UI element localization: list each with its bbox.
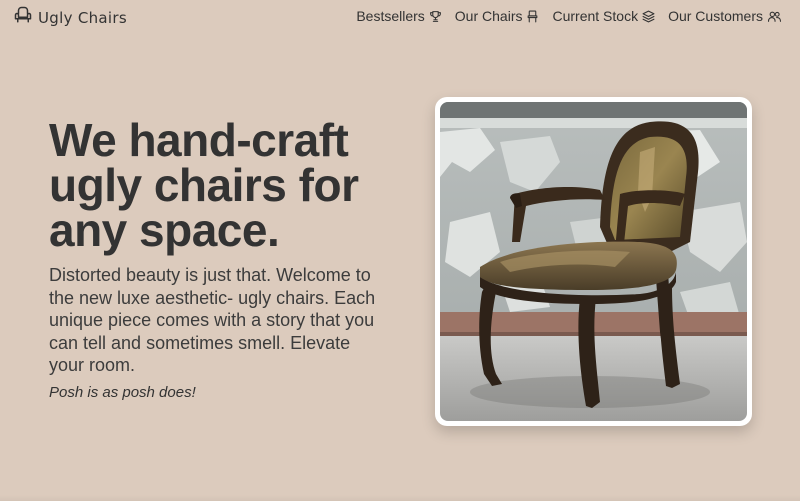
hero-body-text: Distorted beauty is just that. Welcome t…	[49, 265, 376, 375]
nav-item-current-stock[interactable]: Current Stock	[552, 8, 655, 24]
trophy-icon	[429, 10, 442, 23]
nav-item-our-chairs[interactable]: Our Chairs	[455, 8, 540, 24]
footer-shade	[0, 495, 800, 501]
nav-item-label: Current Stock	[552, 8, 639, 24]
armchair-icon	[14, 6, 32, 29]
chair-icon	[526, 10, 539, 23]
nav-item-our-customers[interactable]: Our Customers	[668, 8, 782, 24]
nav-item-bestsellers[interactable]: Bestsellers	[356, 8, 441, 24]
page: Ugly Chairs Bestsellers Our Chairs Curre…	[0, 0, 800, 501]
layers-icon	[642, 10, 655, 23]
hero-title: We hand-craft ugly chairs for any space.	[49, 114, 359, 256]
nav-item-label: Bestsellers	[356, 8, 425, 24]
brand-logo-link[interactable]: Ugly Chairs	[14, 6, 127, 29]
hero-photo-card	[435, 97, 752, 426]
brand-name: Ugly Chairs	[38, 8, 127, 27]
hero-tagline: Posh is as posh does!	[49, 384, 196, 401]
nav-item-label: Our Chairs	[454, 8, 523, 24]
nav-item-label: Our Customers	[668, 8, 763, 24]
site-header: Ugly Chairs Bestsellers Our Chairs Curre…	[0, 0, 800, 34]
users-icon	[767, 10, 782, 23]
chair-photo	[440, 102, 747, 421]
main-nav: Bestsellers Our Chairs Current Stock Our…	[356, 8, 782, 24]
